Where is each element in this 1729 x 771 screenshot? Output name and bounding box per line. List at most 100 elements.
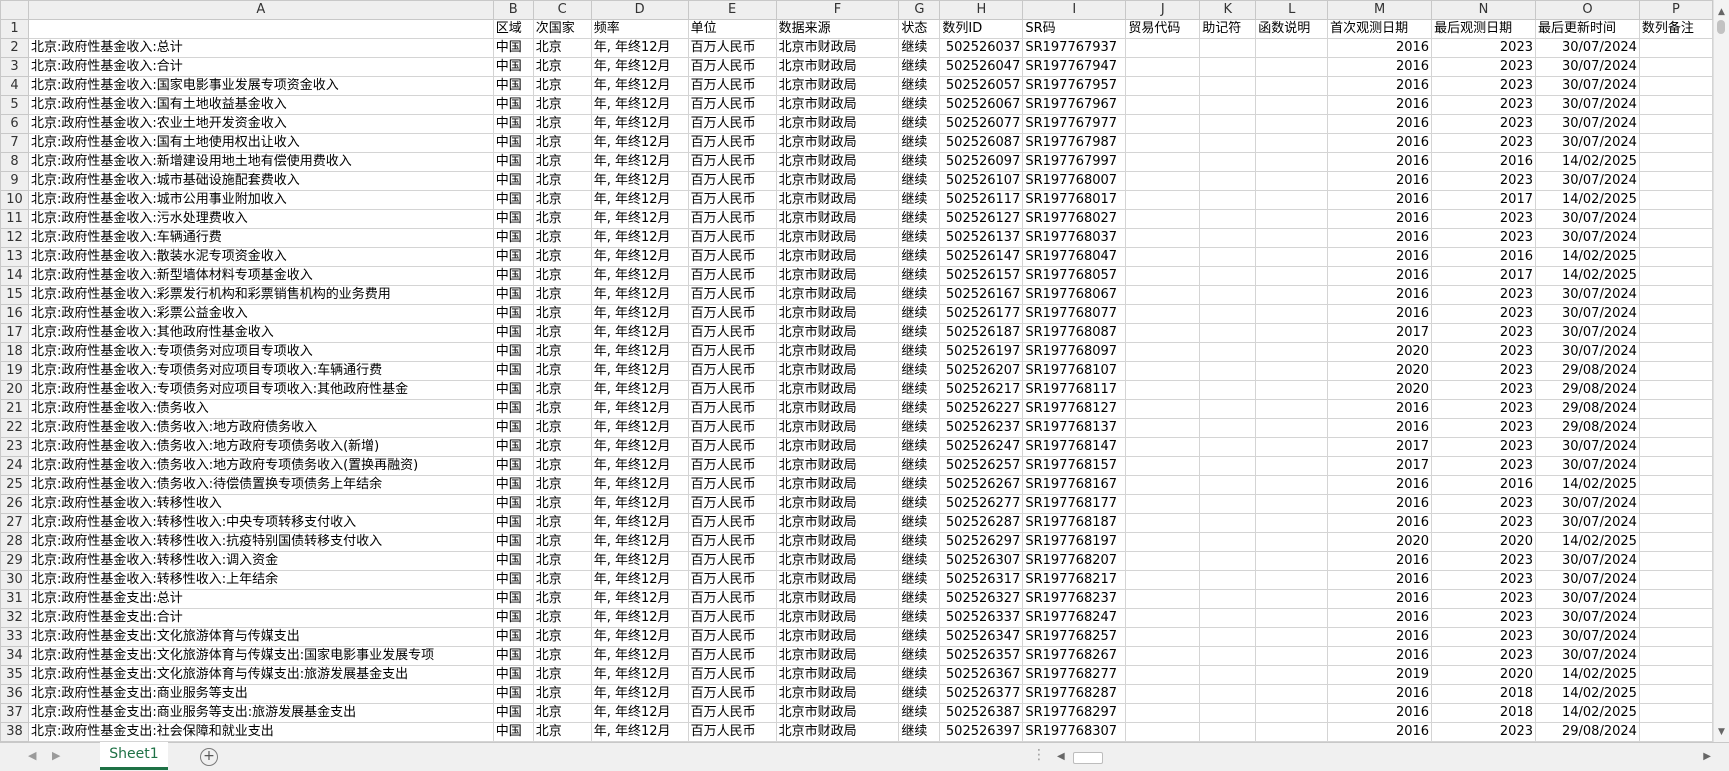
cell[interactable]: 2023 — [1431, 380, 1536, 400]
cell[interactable]: 2016 — [1327, 266, 1433, 286]
cell[interactable]: SR197768077 — [1022, 304, 1127, 324]
cell[interactable]: 北京:政府性基金收入:新型墙体材料专项基金收入 — [27, 266, 494, 286]
cell[interactable]: 百万人民币 — [687, 361, 777, 381]
cell[interactable]: 继续 — [898, 190, 941, 210]
row-header[interactable]: 33 — [0, 627, 29, 647]
cell[interactable]: 30/07/2024 — [1535, 646, 1640, 666]
cell[interactable]: 继续 — [898, 266, 941, 286]
cell[interactable]: 百万人民币 — [687, 228, 777, 248]
row-header[interactable]: 17 — [0, 323, 29, 343]
cell[interactable]: 北京:政府性基金支出:文化旅游体育与传媒支出 — [27, 627, 494, 647]
column-header-i[interactable]: I — [1022, 0, 1127, 20]
cell[interactable] — [1255, 285, 1329, 305]
cell[interactable] — [1638, 152, 1713, 172]
cell[interactable]: 2023 — [1431, 133, 1536, 153]
cell[interactable]: 继续 — [898, 627, 941, 647]
cell[interactable] — [1255, 494, 1329, 514]
cell[interactable]: 年, 年终12月 — [590, 57, 689, 77]
cell[interactable]: 502526287 — [939, 513, 1024, 533]
cell[interactable]: 502526277 — [939, 494, 1024, 514]
cell[interactable] — [1638, 361, 1713, 381]
cell[interactable]: 北京市财政局 — [775, 646, 900, 666]
cell[interactable] — [1125, 95, 1201, 115]
cell[interactable]: 百万人民币 — [687, 646, 777, 666]
cell[interactable]: 30/07/2024 — [1535, 228, 1640, 248]
cell[interactable]: 2023 — [1431, 114, 1536, 134]
row-header[interactable]: 16 — [0, 304, 29, 324]
cell[interactable]: 百万人民币 — [687, 323, 777, 343]
cell[interactable]: 继续 — [898, 38, 941, 58]
cell[interactable]: 北京市财政局 — [775, 380, 900, 400]
cell[interactable]: 最后更新时间 — [1535, 19, 1640, 39]
cell[interactable]: 中国 — [492, 456, 534, 476]
cell[interactable]: 年, 年终12月 — [590, 76, 689, 96]
cell[interactable]: SR197768247 — [1022, 608, 1127, 628]
cell[interactable]: 继续 — [898, 399, 941, 419]
cell[interactable]: 2020 — [1431, 532, 1536, 552]
cell[interactable]: 2023 — [1431, 551, 1536, 571]
cell[interactable]: 30/07/2024 — [1535, 171, 1640, 191]
cell[interactable]: 北京:政府性基金支出:文化旅游体育与传媒支出:旅游发展基金支出 — [27, 665, 494, 685]
cell[interactable] — [1638, 171, 1713, 191]
cell[interactable]: 14/02/2025 — [1535, 532, 1640, 552]
cell[interactable]: 状态 — [898, 19, 941, 39]
cell[interactable]: 区域 — [492, 19, 534, 39]
cell[interactable]: 年, 年终12月 — [590, 361, 689, 381]
cell[interactable]: 北京 — [532, 570, 592, 590]
cell[interactable]: 北京市财政局 — [775, 570, 900, 590]
cell[interactable]: 2023 — [1431, 342, 1536, 362]
cell[interactable]: 北京市财政局 — [775, 285, 900, 305]
cell[interactable] — [1255, 399, 1329, 419]
cell[interactable]: 北京市财政局 — [775, 304, 900, 324]
cell[interactable] — [1125, 494, 1201, 514]
splitter-dots-icon[interactable]: ⋮ — [1032, 747, 1046, 763]
cell[interactable]: 年, 年终12月 — [590, 380, 689, 400]
cell[interactable] — [1199, 152, 1257, 172]
cell[interactable]: 502526227 — [939, 399, 1024, 419]
cell[interactable]: 北京市财政局 — [775, 247, 900, 267]
cell[interactable] — [1638, 532, 1713, 552]
cell[interactable]: 百万人民币 — [687, 76, 777, 96]
row-header[interactable]: 32 — [0, 608, 29, 628]
cell[interactable] — [1638, 665, 1713, 685]
cell[interactable]: SR197768217 — [1022, 570, 1127, 590]
cell[interactable]: SR197768027 — [1022, 209, 1127, 229]
cell[interactable] — [1638, 266, 1713, 286]
cell[interactable] — [1638, 95, 1713, 115]
cell[interactable]: 年, 年终12月 — [590, 665, 689, 685]
cell[interactable] — [1199, 133, 1257, 153]
cell[interactable]: 年, 年终12月 — [590, 171, 689, 191]
cell[interactable]: SR197768157 — [1022, 456, 1127, 476]
cell[interactable] — [1638, 209, 1713, 229]
cell[interactable]: 中国 — [492, 532, 534, 552]
cell[interactable]: 502526177 — [939, 304, 1024, 324]
cell[interactable] — [1199, 114, 1257, 134]
cell[interactable]: 2016 — [1327, 190, 1433, 210]
cell[interactable]: 北京 — [532, 494, 592, 514]
cell[interactable]: 单位 — [687, 19, 777, 39]
cell[interactable] — [1199, 532, 1257, 552]
cell[interactable] — [1638, 38, 1713, 58]
cell[interactable]: 中国 — [492, 247, 534, 267]
cell[interactable]: 502526367 — [939, 665, 1024, 685]
cell[interactable]: 502526357 — [939, 646, 1024, 666]
cell[interactable]: 北京市财政局 — [775, 152, 900, 172]
cell[interactable]: 继续 — [898, 342, 941, 362]
cell[interactable]: 中国 — [492, 76, 534, 96]
cell-table[interactable]: ABCDEFGHIJKLMNOP 1 区域 次国家 频率 单位 数据来源 状态 数列ID SR码… — [0, 0, 1713, 742]
row-header[interactable]: 30 — [0, 570, 29, 590]
cell[interactable]: 中国 — [492, 361, 534, 381]
cell[interactable]: 502526317 — [939, 570, 1024, 590]
cell[interactable]: 年, 年终12月 — [590, 608, 689, 628]
cell[interactable]: 北京市财政局 — [775, 38, 900, 58]
cell[interactable] — [1199, 228, 1257, 248]
cell[interactable]: 年, 年终12月 — [590, 456, 689, 476]
cell[interactable] — [1255, 190, 1329, 210]
cell[interactable] — [1638, 456, 1713, 476]
cell[interactable]: 继续 — [898, 513, 941, 533]
cell[interactable] — [1199, 722, 1257, 742]
cell[interactable] — [1199, 171, 1257, 191]
cell[interactable] — [1199, 361, 1257, 381]
cell[interactable] — [1255, 627, 1329, 647]
cell[interactable] — [1255, 171, 1329, 191]
